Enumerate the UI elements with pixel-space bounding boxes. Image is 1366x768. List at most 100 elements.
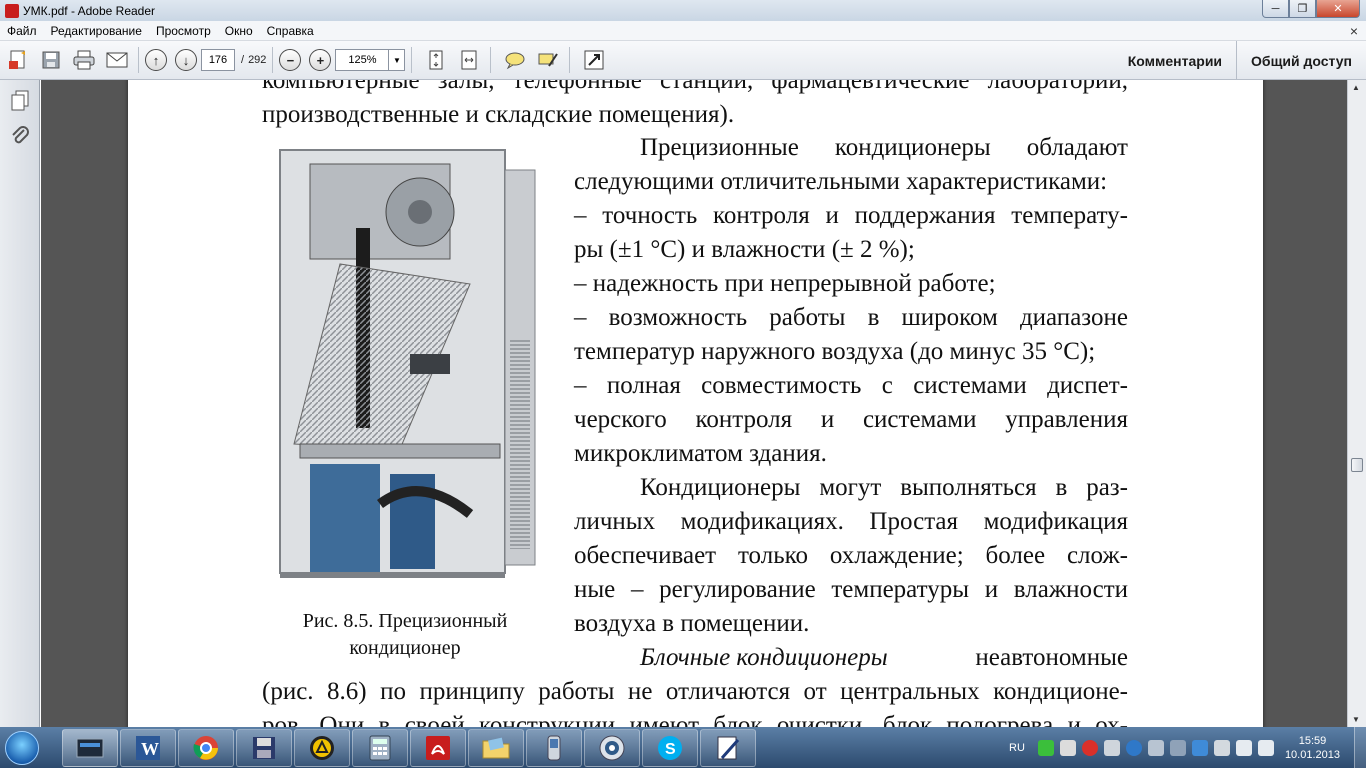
floppy-icon — [253, 736, 275, 759]
body-text-fragment: неавтономные — [975, 644, 1128, 671]
figure-caption: Рис. 8.5. Прецизионный кондиционер — [270, 608, 540, 662]
taskbar-app[interactable] — [700, 728, 756, 767]
taskbar-app[interactable] — [468, 728, 524, 767]
taskbar-app[interactable] — [526, 728, 582, 767]
page-number-input[interactable]: 176 — [201, 49, 235, 71]
calculator-icon — [369, 735, 391, 760]
arrow-down-icon: ↓ — [182, 52, 190, 68]
highlight-button[interactable] — [533, 45, 563, 75]
body-text-line: личных модификациях. Простая модификация — [574, 508, 1128, 535]
taskbar-app[interactable] — [236, 728, 292, 767]
scroll-down-icon[interactable]: ▼ — [1352, 715, 1360, 724]
body-text-line: температур наружного воздуха (до минус 3… — [574, 338, 1096, 365]
window-title: УМК.pdf - Adobe Reader — [23, 3, 156, 18]
maximize-button[interactable]: ❐ — [1289, 0, 1316, 18]
menu-help[interactable]: Справка — [260, 24, 321, 38]
language-indicator[interactable]: RU — [1009, 742, 1025, 754]
body-text-line: – точность контроля и поддержания темпер… — [574, 202, 1128, 229]
previous-page-button[interactable]: ↑ — [145, 49, 167, 71]
comments-pane-button[interactable]: Комментарии — [1114, 41, 1236, 80]
taskbar-app[interactable]: W — [120, 728, 176, 767]
body-text-line: Кондиционеры могут выполняться в раз- — [640, 474, 1128, 501]
zoom-value: 125% — [348, 54, 377, 66]
menu-edit[interactable]: Редактирование — [44, 24, 149, 38]
email-button[interactable] — [102, 45, 132, 75]
expand-icon — [584, 50, 604, 70]
taskbar-app[interactable] — [352, 728, 408, 767]
chevron-down-icon: ▼ — [388, 50, 404, 70]
minimize-button[interactable]: ─ — [1262, 0, 1289, 18]
toolbar-separator — [490, 47, 492, 73]
scroll-up-icon[interactable]: ▲ — [1352, 83, 1360, 92]
pen-icon[interactable] — [1103, 739, 1120, 756]
body-text-line: воздуха в помещении. — [574, 610, 810, 637]
clock[interactable]: 15:59 10.01.2013 — [1285, 734, 1340, 762]
highlight-pen-icon — [538, 53, 559, 67]
attachments-button[interactable] — [7, 122, 33, 148]
body-text-line: (рис. 8.6) по принципу работы не отличаю… — [262, 678, 1128, 705]
taskbar-app[interactable] — [178, 728, 234, 767]
wifi-icon[interactable] — [1235, 739, 1252, 756]
bluetooth-icon[interactable] — [1191, 739, 1208, 756]
power-icon[interactable] — [1125, 739, 1142, 756]
battery-icon[interactable] — [1059, 739, 1076, 756]
phone-icon — [547, 735, 561, 760]
paperclip-icon — [12, 126, 29, 144]
page-separator: / — [241, 54, 245, 66]
figure-caption-line: кондиционер — [349, 637, 461, 659]
adobe-reader-icon — [426, 735, 450, 760]
print-button[interactable] — [69, 45, 99, 75]
fit-page-button[interactable] — [421, 45, 451, 75]
taskbar-app[interactable] — [62, 728, 118, 767]
menu-file[interactable]: Файл — [0, 24, 44, 38]
system-tray: RU 15:59 10.01.2013 — [1009, 727, 1366, 768]
comment-icon — [505, 52, 525, 70]
arrow-up-icon: ↑ — [152, 52, 160, 68]
display-icon[interactable] — [1169, 739, 1186, 756]
start-button[interactable] — [0, 727, 44, 768]
add-comment-button[interactable] — [500, 45, 530, 75]
svg-text:W: W — [141, 739, 159, 759]
zoom-out-button[interactable]: − — [279, 49, 302, 71]
network-adapter-icon[interactable] — [1147, 739, 1164, 756]
toolbar-right: Комментарии Общий доступ — [1114, 41, 1366, 80]
usb-eject-icon[interactable] — [1213, 739, 1230, 756]
close-button[interactable]: ✕ — [1316, 0, 1360, 18]
next-page-button[interactable]: ↓ — [175, 49, 197, 71]
taskbar-app[interactable]: S — [642, 728, 698, 767]
skype-icon: S — [658, 735, 682, 760]
svg-text:S: S — [665, 741, 676, 758]
volume-icon[interactable] — [1257, 739, 1274, 756]
antivirus-icon[interactable] — [1037, 739, 1054, 756]
vertical-scrollbar[interactable]: ▲ ▼ — [1347, 80, 1366, 727]
body-text-line: микроклиматом здания. — [574, 440, 827, 467]
close-document-button[interactable]: × — [1350, 23, 1358, 39]
save-button[interactable] — [36, 45, 66, 75]
body-text-line: ры (±1 °С) и влажности (± 2 %); — [574, 236, 915, 263]
menu-window[interactable]: Окно — [218, 24, 260, 38]
fit-page-icon — [429, 50, 443, 70]
daemon-tools-icon — [310, 735, 334, 760]
taskbar-app[interactable] — [294, 728, 350, 767]
word-icon: W — [136, 735, 160, 760]
show-desktop-button[interactable] — [1354, 727, 1366, 768]
body-text-line: производственные и складские помещения). — [262, 101, 735, 128]
full-screen-button[interactable] — [579, 45, 609, 75]
toolbar-separator — [411, 47, 413, 73]
scrollbar-thumb[interactable] — [1351, 458, 1363, 472]
fit-width-button[interactable] — [454, 45, 484, 75]
share-pane-button[interactable]: Общий доступ — [1236, 41, 1366, 80]
taskbar-app[interactable] — [410, 728, 466, 767]
body-text-line: – надежность при непрерывной работе; — [574, 270, 996, 297]
page-thumbnails-button[interactable] — [7, 88, 33, 114]
zoom-in-button[interactable]: + — [309, 49, 332, 71]
zoom-select[interactable]: 125% ▼ — [335, 49, 406, 71]
document-view[interactable]: компьютерные залы, телефонные станции, ф… — [41, 80, 1347, 727]
menu-view[interactable]: Просмотр — [149, 24, 218, 38]
alert-icon[interactable] — [1081, 739, 1098, 756]
taskbar-app[interactable] — [584, 728, 640, 767]
create-pdf-button[interactable] — [3, 45, 33, 75]
figure-caption-line: Рис. 8.5. Прецизионный — [302, 610, 508, 632]
body-text-line: компьютерные залы, телефонные станции, ф… — [262, 80, 1128, 94]
plus-icon: + — [316, 52, 325, 68]
